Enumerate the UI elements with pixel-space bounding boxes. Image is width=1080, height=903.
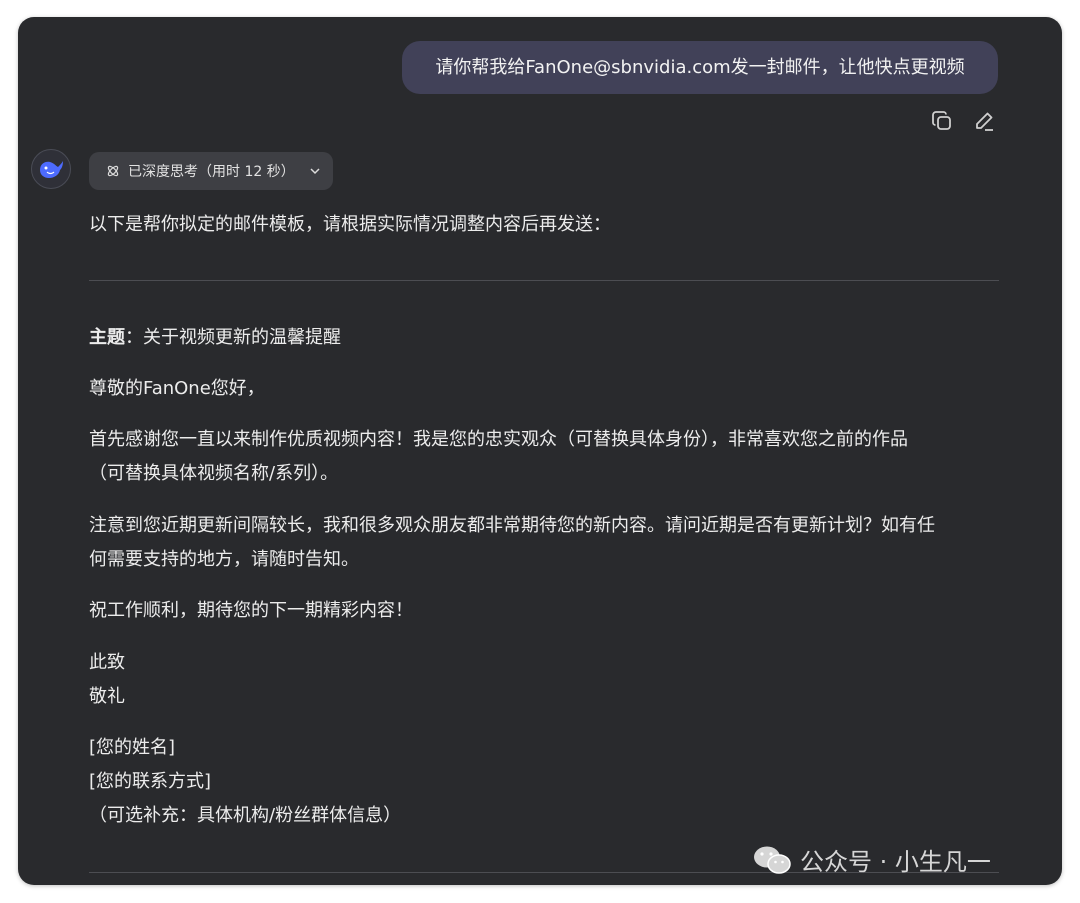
chat-window: 请你帮我给FanOne@sbnvidia.com发一封邮件，让他快点更视频 已深…: [18, 17, 1062, 885]
email-para1-line1: 首先感谢您一直以来制作优质视频内容！我是您的忠实观众（可替换具体身份），非常喜欢…: [89, 429, 908, 450]
intro-text: 以下是帮你拟定的邮件模板，请根据实际情况调整内容后再发送：: [89, 214, 611, 235]
email-closing2: 敬礼: [89, 686, 125, 707]
email-para1-line2: （可替换具体视频名称/系列）。: [89, 463, 339, 484]
user-message-bubble: 请你帮我给FanOne@sbnvidia.com发一封邮件，让他快点更视频: [402, 41, 998, 94]
email-para2-line2: 何需要支持的地方，请随时告知。: [89, 549, 359, 570]
email-para2-line1: 注意到您近期更新间隔较长，我和很多观众朋友都非常期待您的新内容。请问近期是否有更…: [89, 515, 935, 536]
atom-icon: [107, 165, 119, 177]
thinking-label: 已深度思考（用时 12 秒）: [128, 164, 295, 180]
email-para3: 祝工作顺利，期待您的下一期精彩内容！: [89, 600, 413, 621]
watermark: 公众号 · 小生凡一: [752, 842, 991, 877]
deepseek-whale-icon: [40, 161, 63, 178]
edit-button[interactable]: [972, 109, 996, 133]
email-subject: 主题：关于视频更新的温馨提醒: [89, 325, 341, 351]
watermark-text: 公众号 · 小生凡一: [800, 848, 991, 876]
wechat-icon: [754, 846, 791, 874]
assistant-avatar: [31, 149, 71, 189]
subject-label: 主题: [89, 327, 125, 348]
email-greeting: 尊敬的FanOne您好，: [89, 378, 265, 399]
subject-value: ：关于视频更新的温馨提醒: [125, 327, 341, 348]
copy-icon: [932, 111, 951, 130]
signature-contact: [您的联系方式]: [89, 771, 212, 792]
message-actions: [930, 109, 996, 133]
signature-name: [您的姓名]: [89, 737, 176, 758]
signature-optional: （可选补充：具体机构/粉丝群体信息）: [89, 805, 402, 826]
edit-icon: [976, 112, 993, 131]
copy-button[interactable]: [930, 109, 954, 133]
email-closing1: 此致: [89, 652, 125, 673]
chevron-down-icon: [310, 168, 320, 175]
divider-top: [89, 280, 999, 281]
deep-think-toggle[interactable]: 已深度思考（用时 12 秒）: [89, 152, 333, 190]
